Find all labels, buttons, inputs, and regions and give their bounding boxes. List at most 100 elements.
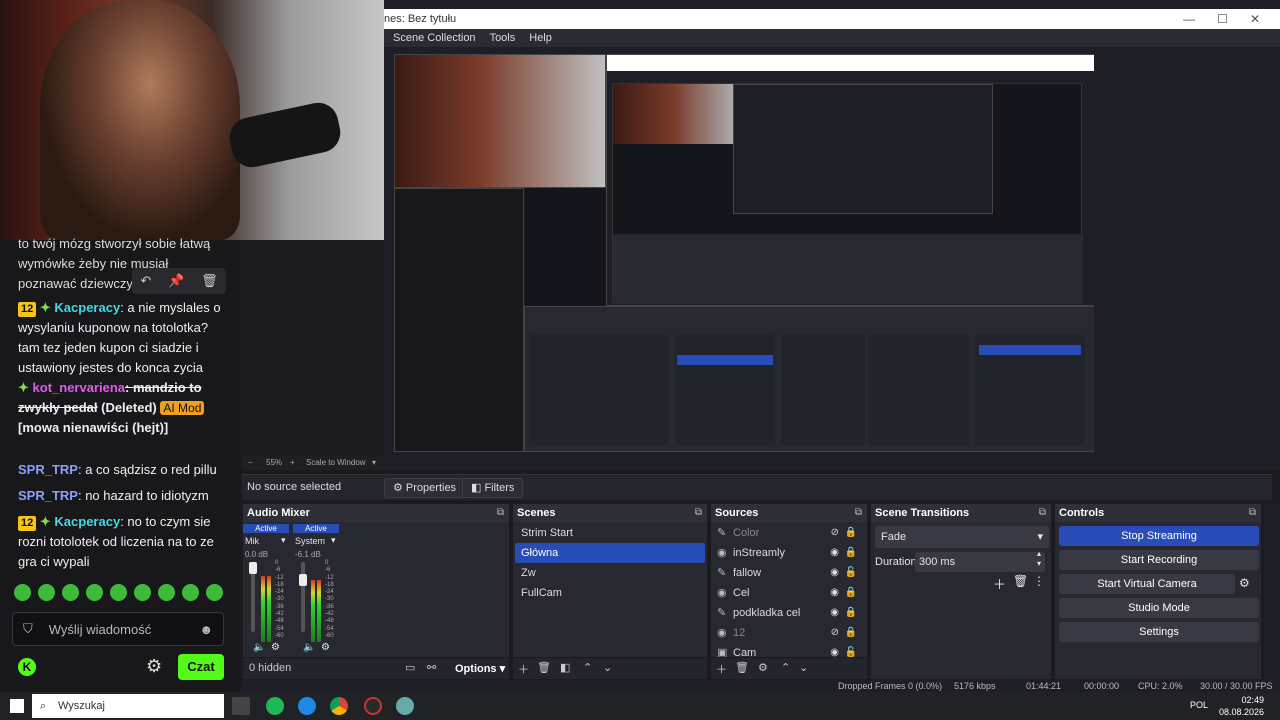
chevron-down-icon[interactable]: ▾ — [331, 535, 336, 546]
emote-icon[interactable] — [14, 584, 31, 601]
pin-icon[interactable]: 📌 — [168, 273, 184, 289]
chrome-icon[interactable] — [330, 697, 348, 715]
kick-logo-icon[interactable]: K — [18, 658, 36, 676]
source-item[interactable]: ◉ 12 ⊘ 🔒 — [711, 623, 867, 643]
volume-fader[interactable] — [299, 562, 307, 632]
close-icon[interactable]: ✕ — [1250, 9, 1260, 29]
scene-item[interactable]: FullCam — [515, 583, 705, 603]
menu-tools[interactable]: Tools — [490, 29, 516, 47]
lock-icon[interactable]: 🔒 — [845, 523, 857, 543]
emote-icon[interactable] — [110, 584, 127, 601]
emote-icon[interactable] — [158, 584, 175, 601]
duration-spinbox[interactable]: 300 ms ▴ ▾ — [915, 549, 1045, 572]
gear-icon[interactable]: ⚙ — [1239, 576, 1250, 590]
fader-handle[interactable] — [249, 562, 257, 574]
zoom-in-icon[interactable]: + — [290, 458, 295, 467]
scene-item[interactable]: Główna — [515, 543, 705, 563]
emote-icon[interactable] — [182, 584, 199, 601]
add-icon[interactable]: ＋ — [993, 574, 1006, 593]
down-icon[interactable]: ⌄ — [799, 661, 808, 674]
zoom-out-icon[interactable]: − — [248, 458, 253, 467]
speaker-icon[interactable]: 🔈 — [303, 642, 315, 653]
lock-icon[interactable]: 🔒 — [845, 623, 857, 643]
speaker-icon[interactable]: 🔈 — [253, 642, 265, 653]
scene-item[interactable]: Strim Start — [515, 523, 705, 543]
undock-icon[interactable]: ⧉ — [1039, 504, 1046, 522]
mixer-options-button[interactable]: Options ▾ — [455, 662, 505, 675]
gear-icon[interactable]: ⚙ — [758, 661, 768, 674]
chat-input[interactable]: ⛉ Wyślij wiadomość ☻ — [12, 612, 224, 646]
start-recording-button[interactable]: Start Recording — [1059, 550, 1259, 570]
preview-mode-select[interactable]: Scale to Window — [306, 458, 366, 467]
emote-icon[interactable] — [134, 584, 151, 601]
up-icon[interactable]: ⌃ — [781, 661, 790, 674]
delete-icon[interactable]: 🗑 — [201, 273, 218, 289]
eye-hidden-icon[interactable]: ⊘ — [831, 523, 839, 543]
obs-icon[interactable] — [364, 697, 382, 715]
emote-icon[interactable] — [86, 584, 103, 601]
chat-username[interactable]: kot_nervariena — [33, 380, 126, 395]
undock-icon[interactable]: ⧉ — [695, 504, 702, 522]
chat-username[interactable]: SPR_TRP — [18, 462, 78, 477]
chevron-down-icon[interactable]: ▾ — [281, 535, 286, 546]
spin-icon[interactable]: ▴ ▾ — [1037, 549, 1041, 569]
lock-icon[interactable]: 🔒 — [845, 583, 857, 603]
gear-icon[interactable]: ⚙ — [146, 656, 162, 677]
fader-handle[interactable] — [299, 574, 307, 586]
app-icon[interactable] — [396, 697, 414, 715]
down-icon[interactable]: ⌄ — [603, 661, 612, 674]
menu-help[interactable]: Help — [529, 29, 552, 47]
settings-button[interactable]: Settings — [1059, 622, 1259, 642]
chat-username[interactable]: Kacperacy — [54, 514, 120, 529]
taskbar-search[interactable]: ⌕ Wyszukaj — [32, 694, 224, 718]
eye-icon[interactable]: ◉ — [830, 583, 839, 603]
maximize-icon[interactable]: ☐ — [1217, 9, 1228, 29]
filters-button[interactable]: ◧ Filters — [462, 478, 524, 498]
scene-item[interactable]: Zw — [515, 563, 705, 583]
source-item[interactable]: ✎ Color ⊘ 🔒 — [711, 523, 867, 543]
emote-icon[interactable] — [206, 584, 223, 601]
link-icon[interactable]: ⚯ — [427, 661, 436, 674]
clock[interactable]: 02:49 08.08.2026 — [1219, 694, 1264, 718]
reply-icon[interactable]: ↶ — [140, 273, 151, 289]
start-virtual-camera-button[interactable]: Start Virtual Camera — [1059, 574, 1235, 594]
dock-scrollbar[interactable] — [1264, 503, 1280, 680]
emote-icon[interactable] — [38, 584, 55, 601]
add-icon[interactable]: ＋ — [518, 661, 529, 677]
language-indicator[interactable]: POL — [1190, 700, 1208, 710]
eye-icon[interactable]: ◉ — [830, 603, 839, 623]
eye-hidden-icon[interactable]: ⊘ — [831, 623, 839, 643]
emote-icon[interactable] — [62, 584, 79, 601]
trash-icon[interactable]: 🗑 — [735, 661, 749, 674]
preview-canvas[interactable] — [394, 54, 1094, 452]
gear-icon[interactable]: ⚙ — [321, 642, 330, 653]
gear-icon[interactable]: ⚙ — [271, 642, 280, 653]
menu-scene-collection[interactable]: Scene Collection — [393, 29, 476, 47]
layout-icon[interactable]: ▭ — [405, 661, 415, 674]
source-item[interactable]: ✎ podkladka cel ◉ 🔒 — [711, 603, 867, 623]
lock-icon[interactable]: 🔒 — [845, 543, 857, 563]
chevron-down-icon[interactable]: ▾ — [372, 458, 376, 467]
filter-icon[interactable]: ◧ — [560, 661, 570, 674]
chat-send-button[interactable]: Czat — [178, 654, 224, 680]
eye-icon[interactable]: ◉ — [830, 563, 839, 583]
undock-icon[interactable]: ⧉ — [497, 504, 504, 522]
unlock-icon[interactable]: 🔓 — [845, 563, 857, 583]
studio-mode-button[interactable]: Studio Mode — [1059, 598, 1259, 618]
stop-streaming-button[interactable]: Stop Streaming — [1059, 526, 1259, 546]
windows-start-icon[interactable] — [10, 699, 24, 713]
chat-username[interactable]: Kacperacy — [54, 300, 120, 315]
properties-button[interactable]: ⚙ Properties — [384, 478, 466, 498]
source-item[interactable]: ◉ inStreamly ◉ 🔒 — [711, 543, 867, 563]
source-item[interactable]: ◉ Cel ◉ 🔒 — [711, 583, 867, 603]
up-icon[interactable]: ⌃ — [583, 661, 592, 674]
lock-icon[interactable]: 🔒 — [845, 603, 857, 623]
eye-icon[interactable]: ◉ — [830, 543, 839, 563]
emoji-icon[interactable]: ☻ — [199, 622, 213, 637]
minimize-icon[interactable]: — — [1183, 9, 1195, 29]
volume-fader[interactable] — [249, 562, 257, 632]
edge-icon[interactable] — [298, 697, 316, 715]
spotify-icon[interactable] — [266, 697, 284, 715]
trash-icon[interactable]: 🗑 — [1013, 574, 1028, 588]
source-item[interactable]: ✎ fallow ◉ 🔓 — [711, 563, 867, 583]
